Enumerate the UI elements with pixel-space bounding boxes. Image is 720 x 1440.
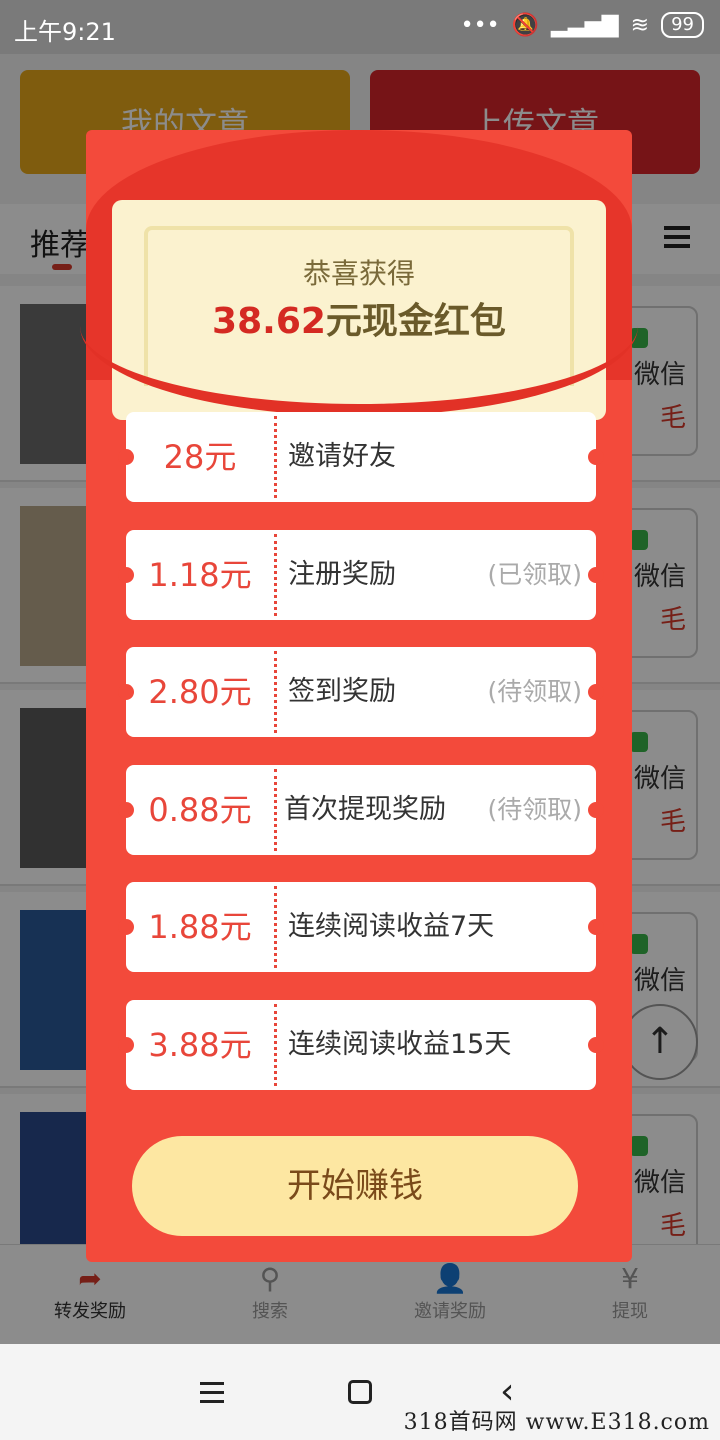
reward-label: 连续阅读收益7天 [288,911,495,942]
reward-ticket: 0.88元 首次提现奖励 (待领取) [118,765,604,855]
recent-apps-button[interactable] [200,1382,224,1409]
reward-ticket: 1.88元 连续阅读收益7天 [118,882,604,972]
signal-icon: ▂▃▅▇ [550,12,619,38]
status-bar: 上午9:21 ••• 🔕 ▂▃▅▇ ≋ 99 [0,0,720,54]
reward-label: 连续阅读收益15天 [288,1029,512,1060]
reward-value: 1.18元 [148,556,252,594]
reward-ticket: 1.18元 注册奖励 (已领取) [118,530,604,620]
reward-label: 注册奖励 [288,559,396,590]
reward-label: 首次提现奖励 [284,794,446,825]
status-time: 上午9:21 [14,18,116,46]
reward-value: 28元 [163,438,237,476]
battery-icon: 99 [661,12,704,38]
mute-bell-icon: 🔕 [511,12,539,38]
reward-label: 邀请好友 [288,441,396,472]
red-envelope-modal: 恭喜获得 38.62元现金红包 28元 邀请好友 1.18元 注册奖励 (已领取… [80,130,638,1262]
home-button[interactable] [348,1380,372,1404]
reward-label: 签到奖励 [288,676,396,707]
congrats-text: 恭喜获得 [302,257,415,290]
wifi-icon: ≋ [630,12,650,38]
reward-value: 0.88元 [148,791,252,829]
reward-status: (待领取) [487,677,582,706]
reward-status: (待领取) [487,795,582,824]
watermark: 318首码网 www.E318.com [403,1410,710,1435]
reward-value: 1.88元 [148,908,252,946]
reward-value: 3.88元 [148,1026,252,1064]
reward-status: (已领取) [487,560,582,589]
reward-ticket: 2.80元 签到奖励 (待领取) [118,647,604,737]
start-earning-button[interactable]: 开始赚钱 [132,1136,578,1236]
more-dots-icon: ••• [460,12,500,38]
system-nav-bar: ‹ 318首码网 www.E318.com [0,1344,720,1440]
reward-ticket: 3.88元 连续阅读收益15天 [118,1000,604,1090]
reward-ticket: 28元 邀请好友 [118,412,604,502]
reward-value: 2.80元 [148,673,252,711]
